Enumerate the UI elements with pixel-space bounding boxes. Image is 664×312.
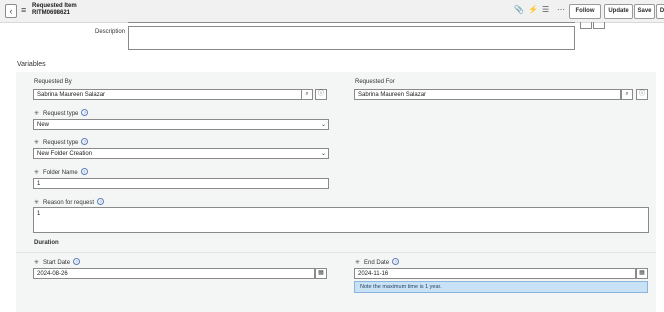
request-type-select[interactable]: New Folder Creation ⌄	[33, 148, 329, 159]
settings-icon[interactable]: ☰	[542, 5, 549, 14]
calendar-icon[interactable]: ▦	[315, 268, 327, 279]
form-header: ‹ ≡ Requested Item RITM0698621 📎 ⚡ ☰ ⋯ F…	[0, 0, 664, 23]
end-date-field[interactable]: 2024-11-16	[354, 268, 636, 279]
save-button[interactable]: Save	[634, 4, 655, 19]
variables-heading: Variables	[17, 61, 46, 68]
requested-for-label: Requested For	[355, 79, 395, 85]
chevron-down-icon: ⌄	[320, 122, 326, 128]
more-actions-button[interactable]: D	[656, 4, 664, 19]
required-icon: ✳	[34, 200, 40, 206]
description-label: Description	[95, 29, 126, 35]
end-date-label: ✳ End Date?	[355, 258, 400, 266]
request-type-label: ✳ Request type?	[34, 138, 89, 146]
help-icon[interactable]: ?	[80, 168, 88, 175]
chevron-down-icon: ⌄	[320, 151, 326, 157]
record-number: RITM0698621	[32, 10, 71, 16]
form-title-block: Requested Item RITM0698621	[32, 3, 77, 17]
help-icon[interactable]: ?	[392, 258, 400, 265]
required-icon: ✳	[355, 260, 361, 266]
folder-name-field[interactable]: 1	[33, 178, 329, 189]
help-icon[interactable]: ?	[81, 138, 89, 145]
duration-heading: Duration	[34, 240, 59, 246]
folder-name-label: ✳ Folder Name?	[34, 168, 88, 176]
back-icon[interactable]: ‹	[5, 4, 17, 18]
requested-for-field[interactable]: Sabrina Maureen Salazar	[354, 89, 621, 100]
field-bottom-edge	[128, 22, 575, 23]
requested-by-label: Requested By	[34, 79, 72, 85]
start-date-label: ✳ Start Date?	[34, 258, 81, 266]
required-icon: ✳	[34, 260, 40, 266]
description-field[interactable]	[128, 26, 575, 50]
hamburger-icon[interactable]: ≡	[21, 5, 26, 15]
reason-label: ✳ Reason for request?	[34, 198, 105, 206]
info-icon[interactable]: ⓘ	[636, 89, 648, 100]
search-icon[interactable]: ⌕	[301, 89, 313, 100]
required-icon: ✳	[34, 140, 40, 146]
help-icon[interactable]: ?	[73, 258, 81, 265]
calendar-icon[interactable]: ▦	[636, 268, 648, 279]
help-icon[interactable]: ?	[81, 109, 89, 116]
more-icon[interactable]: ⋯	[557, 5, 565, 14]
request-type-select[interactable]: New ⌄	[33, 119, 329, 130]
search-icon[interactable]: ⌕	[621, 89, 633, 100]
reason-field[interactable]: 1	[33, 207, 649, 233]
request-type-label: ✳ Request type?	[34, 109, 89, 117]
info-icon[interactable]: ⓘ	[315, 89, 327, 100]
help-icon[interactable]: ?	[97, 198, 105, 205]
update-button[interactable]: Update	[604, 4, 633, 19]
required-icon: ✳	[34, 170, 40, 176]
follow-button[interactable]: Follow	[569, 4, 601, 19]
paperclip-icon[interactable]: 📎	[514, 5, 524, 14]
activity-icon[interactable]: ⚡	[528, 5, 538, 14]
end-date-note: Note the maximum time is 1 year.	[354, 281, 648, 293]
partial-button[interactable]	[580, 22, 592, 29]
partial-button[interactable]	[593, 22, 605, 29]
required-icon: ✳	[34, 111, 40, 117]
divider	[16, 252, 656, 253]
start-date-field[interactable]: 2024-08-26	[33, 268, 315, 279]
requested-by-field[interactable]: Sabrina Maureen Salazar	[33, 89, 302, 100]
form-title: Requested Item	[32, 3, 77, 9]
